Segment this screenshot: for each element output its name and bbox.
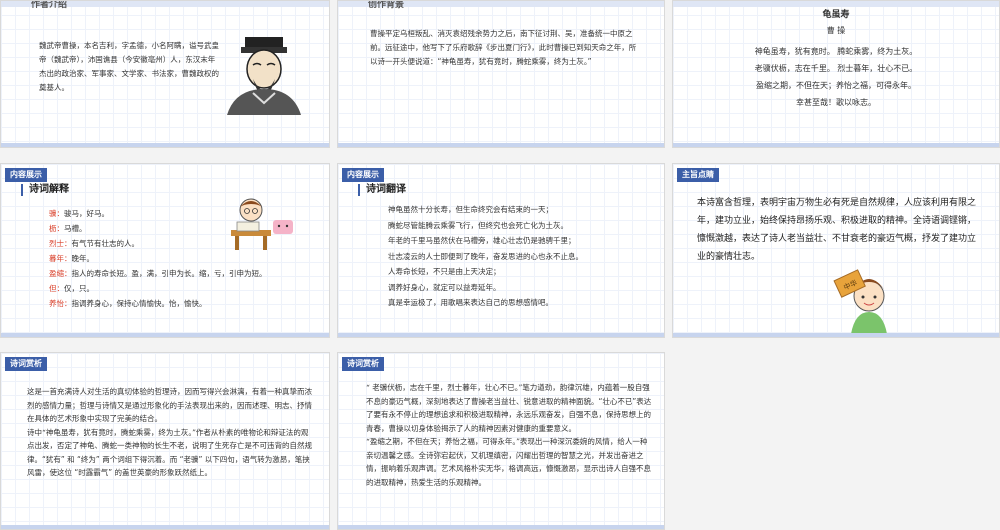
slide-appreciation-2[interactable]: 诗词赏析 “ 老骥伏枥，志在千里，烈士暮年，壮心不已。”笔力遒劲，韵律沉雄，内蕴… (337, 352, 665, 530)
poem-title: 龟虽寿 (822, 10, 850, 20)
translation-line: 真是幸运极了，用歌唱来表达自己的思想感情吧。 (388, 298, 553, 307)
term-def: 马槽。 (64, 224, 87, 233)
slide-subtitle: 诗词解释 (21, 184, 69, 196)
poem-author: 曹 操 (826, 26, 846, 35)
translation-line: 年老的千里马虽然伏在马槽旁，雄心壮志仍是驰骋千里； (388, 236, 576, 245)
term-def: 指人的寿命长短。盈，满，引申为长。缩，亏，引申为短。 (71, 269, 267, 278)
slide-translation[interactable]: 内容展示 诗词翻译 神龟虽然十分长寿，但生命终究会有结束的一天； 腾蛇尽管能腾云… (337, 163, 665, 338)
translation-line: 腾蛇尽管能腾云乘雾飞行，但终究也会死亡化为土灰。 (388, 220, 568, 230)
slide-author-intro[interactable]: 作者介绍 魏武帝曹操，本名吉利，字孟德，小名阿瞒，谥号武皇帝（魏武帝），沛国谯县… (0, 0, 330, 148)
term-word: 盈缩： (49, 269, 72, 278)
term-item: 养怡：指调养身心，保持心情愉快。怡，愉快。 (49, 296, 319, 311)
section-tag: 主旨点睛 (677, 168, 719, 182)
poem-quote: “神龟虽寿，犹有竟时，腾蛇乘雾，终为土灰。” (42, 427, 196, 437)
translation-lines: 神龟虽然十分长寿，但生命终究会有结束的一天； 腾蛇尽管能腾云乘雾飞行，但终究也会… (388, 202, 658, 311)
author-text: 魏武帝曹操，本名吉利，字孟德，小名阿瞒，谥号武皇帝（魏武帝），沛国谯县（今安徽亳… (39, 41, 219, 92)
poem-line: 老骥伏枥，志在千里。 烈士暮年，壮心不已。 (754, 64, 918, 73)
background-text: 曹操平定乌桓叛乱、消灭袁绍残余势力之后，南下征讨荆、吴，准备统一中原之前。远征途… (370, 29, 637, 66)
appreciation-text: “ 老骥伏枥，志在千里，烈士暮年，壮心不已。”笔力遒劲，韵律沉雄，内蕴着一股自强… (366, 381, 652, 489)
poem-quote: “ 老骥伏枥，志在千里，烈士暮年，壮心不已。” (366, 383, 523, 392)
section-tag: 内容展示 (5, 168, 47, 182)
poem-quote: “盈缩之期，不但在天；养怡之福，可得永年。” (366, 437, 520, 446)
slide-title: 创作背景 (368, 0, 405, 10)
term-word: 暮年： (49, 254, 72, 263)
slide-poem[interactable]: 龟虽寿 曹 操 神龟虽寿，犹有竟时。 腾蛇乘雾，终为土灰。 老骥伏枥，志在千里。… (672, 0, 1000, 148)
poem-line: 盈缩之期，不但在天；养怡之福，可得永年。 (756, 81, 916, 90)
term-item: 盈缩：指人的寿命长短。盈，满，引申为长。缩，亏，引申为短。 (49, 266, 319, 281)
appreciation-paragraph: 诗中“神龟虽寿，犹有竟时，腾蛇乘雾，终为土灰。”作者从朴素的唯物论和辩证法的观点… (27, 426, 313, 480)
poem-lines: 神龟虽寿，犹有竟时。 腾蛇乘雾，终为土灰。 老骥伏枥，志在千里。 烈士暮年，壮心… (673, 43, 999, 111)
term-def: 仅，只。 (64, 284, 94, 293)
theme-text: 本诗富含哲理，表明宇宙万物生必有死是自然规律，人应该利用有限之年，建功立业，始终… (697, 198, 977, 262)
translation-line: 人寿命长短，不只是由上天决定； (388, 267, 501, 276)
section-tag: 内容展示 (342, 168, 384, 182)
poem-line: 神龟虽寿，犹有竟时。 腾蛇乘雾，终为土灰。 (754, 47, 918, 56)
term-word: 但： (49, 284, 64, 293)
term-def: 有气节有壮志的人。 (71, 239, 140, 248)
slide-word-explanation[interactable]: 内容展示 诗词解释 骥：骏马，好马。 枥：马槽。 烈士：有气节有壮志的人。 暮年… (0, 163, 330, 338)
slide-title: 作者介绍 (31, 0, 68, 10)
translation-line: 调养好身心，就定可以益寿延年。 (388, 282, 501, 292)
slide-subtitle: 诗词翻译 (358, 184, 406, 196)
slide-grid: 作者介绍 魏武帝曹操，本名吉利，字孟德，小名阿瞒，谥号武皇帝（魏武帝），沛国谯县… (0, 0, 1000, 530)
section-tag: 诗词赏析 (342, 357, 384, 371)
girl-holding-sign-image: 中华 (833, 269, 887, 334)
slide-background[interactable]: 创作背景 曹操平定乌桓叛乱、消灭袁绍残余势力之后，南下征讨荆、吴，准备统一中原之… (337, 0, 665, 148)
term-def: 指调养身心，保持心情愉快。怡，愉快。 (71, 299, 207, 308)
appreciation-paragraph: “ 老骥伏枥，志在千里，烈士暮年，壮心不已。”笔力遒劲，韵律沉雄，内蕴着一股自强… (366, 381, 652, 435)
poem-line: 幸甚至哉！歌以咏志。 (796, 98, 876, 107)
term-word: 烈士： (49, 239, 72, 248)
term-item: 暮年：晚年。 (49, 251, 319, 266)
section-tag: 诗词赏析 (5, 357, 47, 371)
term-def: 骏马，好马。 (64, 209, 109, 218)
appreciation-paragraph: 这是一首充满诗人对生活的真切体验的哲理诗，因而写得兴会淋漓，有着一种真挚而浓烈的… (27, 387, 312, 423)
paragraph-lead: 诗中 (27, 427, 42, 437)
term-word: 枥： (49, 224, 64, 233)
term-def: 晚年。 (71, 254, 95, 263)
translation-line: 神龟虽然十分长寿，但生命终究会有结束的一天； (388, 205, 553, 214)
term-word: 骥： (49, 209, 64, 218)
appreciation-text: 这是一首充满诗人对生活的真切体验的哲理诗，因而写得兴会淋漓，有着一种真挚而浓烈的… (27, 385, 313, 480)
student-cartoon-image (231, 198, 293, 250)
slide-appreciation-1[interactable]: 诗词赏析 这是一首充满诗人对生活的真切体验的哲理诗，因而写得兴会淋漓，有着一种真… (0, 352, 330, 530)
caocao-portrait-image (227, 37, 301, 115)
slide-theme[interactable]: 主旨点睛 本诗富含哲理，表明宇宙万物生必有死是自然规律，人应该利用有限之年，建功… (672, 163, 1000, 338)
term-item: 但：仅，只。 (49, 281, 319, 296)
translation-line: 壮志凌云的人士即便到了晚年，奋发思进的心也永不止息。 (388, 251, 583, 261)
appreciation-paragraph: “盈缩之期，不但在天；养怡之福，可得永年。”表现出一种深沉委婉的风情，给人一种亲… (366, 435, 652, 489)
term-word: 养怡： (49, 299, 72, 308)
